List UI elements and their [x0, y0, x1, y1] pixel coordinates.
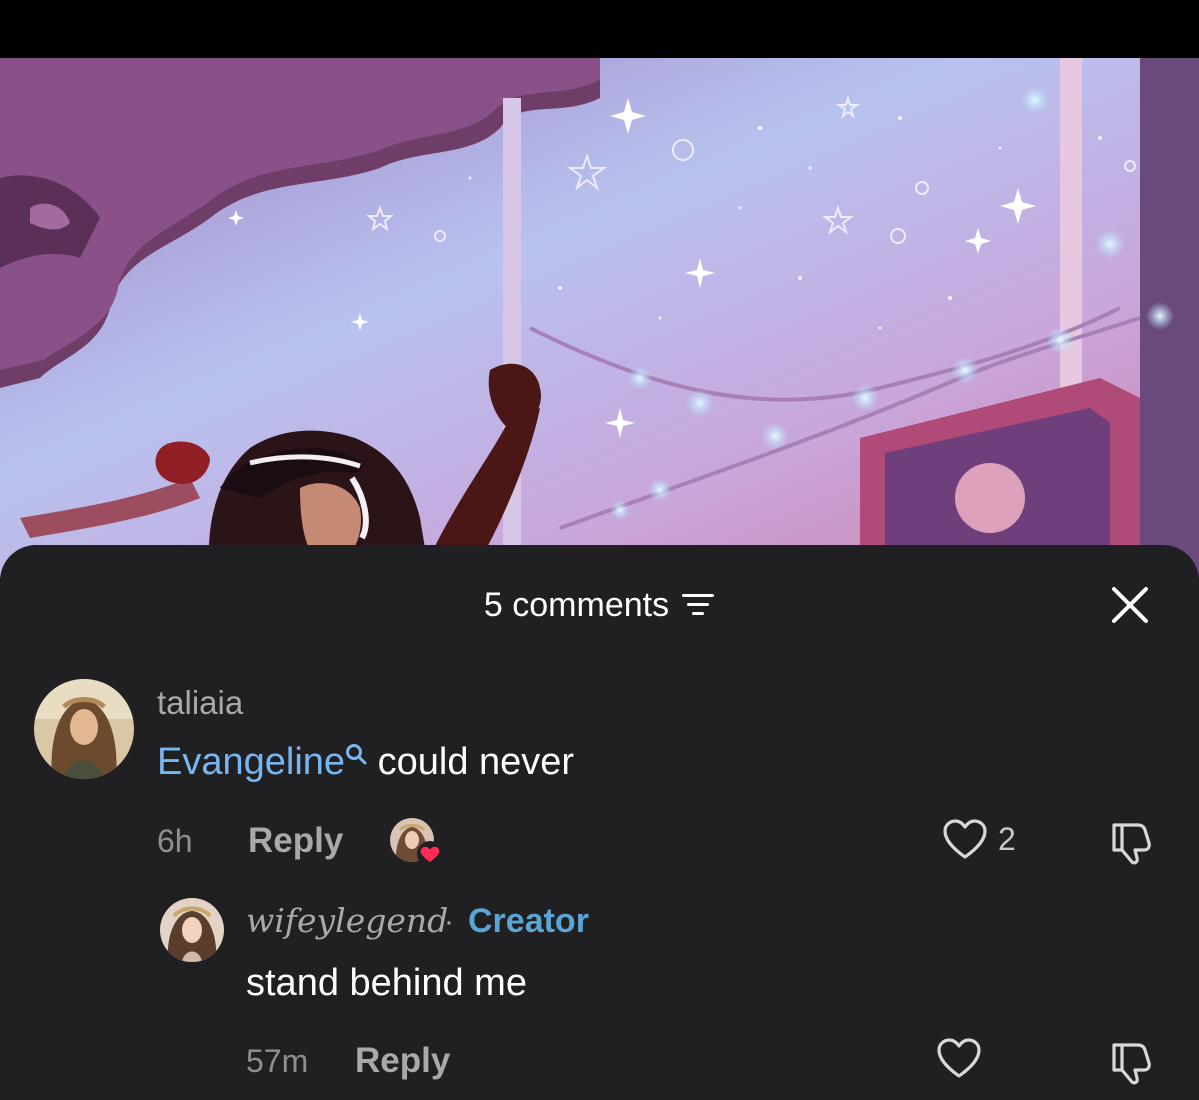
- comment-timestamp: 6h: [157, 823, 193, 859]
- reply-button[interactable]: Reply: [248, 821, 343, 861]
- comment-text: Evangeline could never: [157, 741, 574, 784]
- separator-dot: ·: [444, 905, 454, 938]
- reply-dislike-button[interactable]: [1108, 1039, 1156, 1090]
- artwork-illustration: [0, 58, 1199, 578]
- reply-avatar-image: [160, 898, 224, 962]
- comment-body: could never: [367, 741, 575, 783]
- search-icon: [346, 744, 367, 765]
- heart-badge-icon: [416, 840, 444, 873]
- comments-header: 5 comments: [0, 583, 1199, 627]
- close-x-icon: [1112, 587, 1148, 623]
- comments-sheet: 5 comments taliaia Evangeline could neve…: [0, 545, 1199, 1100]
- avatar[interactable]: [34, 679, 134, 779]
- reply-username[interactable]: wifeylegend: [246, 901, 448, 940]
- reply-to-reply-button[interactable]: Reply: [355, 1041, 450, 1081]
- avatar-image: [34, 679, 134, 779]
- dislike-button[interactable]: [1108, 819, 1156, 870]
- heart-outline-icon: [937, 1038, 981, 1078]
- close-button[interactable]: [1107, 582, 1153, 628]
- sort-lines-icon: [682, 594, 715, 615]
- heart-outline-icon: [943, 819, 987, 859]
- post-artwork: [0, 58, 1199, 578]
- comments-count-label: 5 comments: [483, 586, 670, 624]
- reply-timestamp: 57m: [246, 1043, 309, 1079]
- comment-username[interactable]: taliaia: [157, 684, 243, 722]
- reply-avatar[interactable]: [160, 898, 224, 962]
- reply-text: stand behind me: [246, 962, 527, 1004]
- mention-label: Evangeline: [157, 741, 346, 783]
- screen: 5 comments taliaia Evangeline could neve…: [0, 0, 1199, 1100]
- creator-badge: Creator: [468, 902, 589, 940]
- liked-by-creator-indicator: [390, 818, 446, 870]
- like-button[interactable]: 2: [942, 818, 1016, 860]
- thumbs-down-icon: [1112, 823, 1151, 865]
- thumbs-down-icon: [1112, 1043, 1151, 1085]
- like-count: 2: [998, 820, 1016, 857]
- comments-sort-toggle[interactable]: 5 comments: [484, 583, 715, 627]
- reply-like-button[interactable]: [936, 1037, 982, 1079]
- status-bar: [0, 0, 1199, 58]
- mention-link[interactable]: Evangeline: [157, 741, 367, 783]
